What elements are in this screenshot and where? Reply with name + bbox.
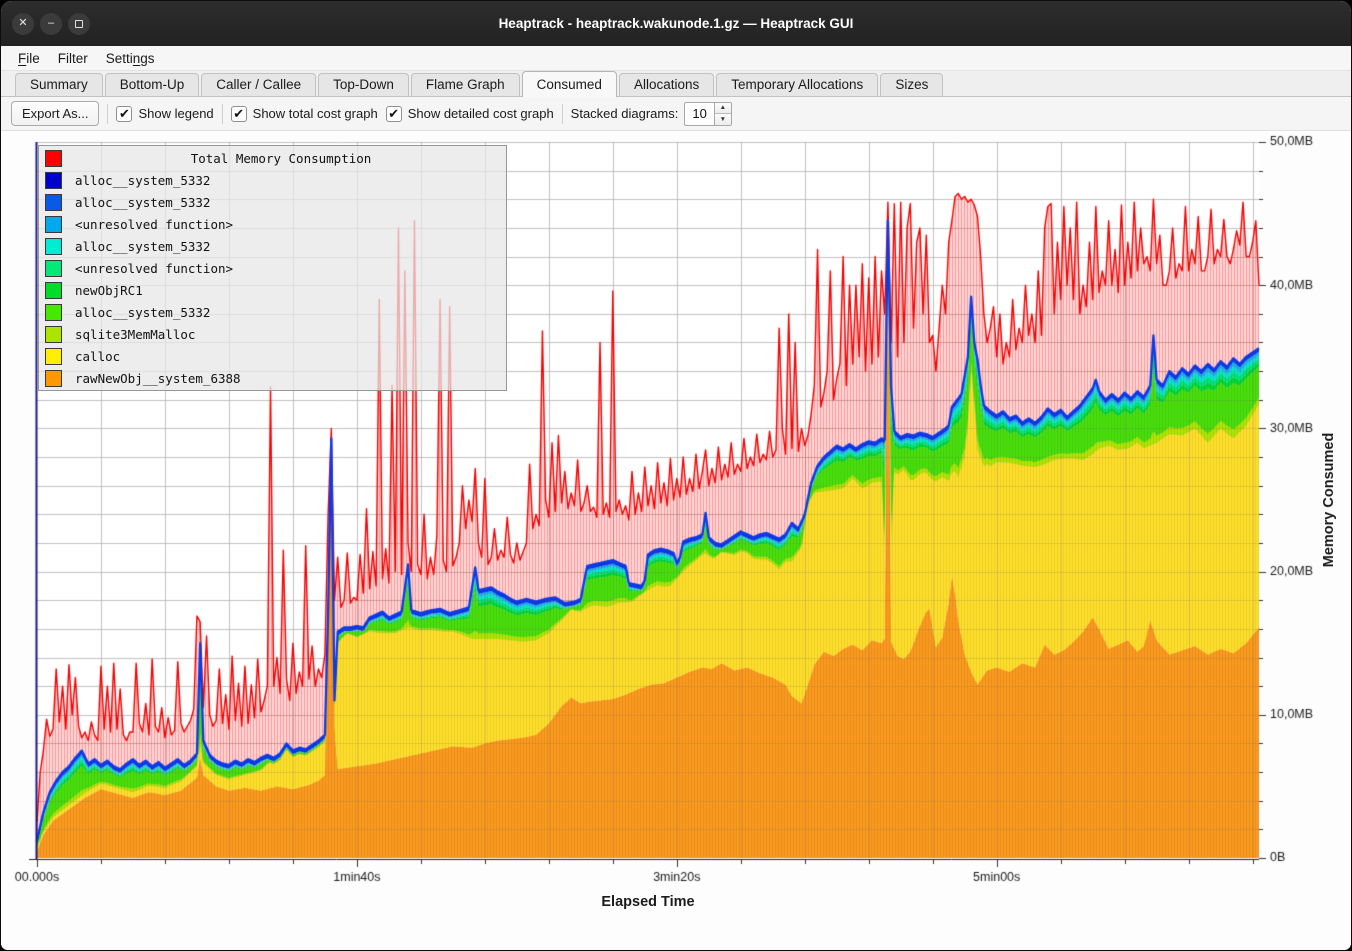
checkbox-label: Show legend xyxy=(138,106,213,121)
legend-color-swatch xyxy=(45,348,62,365)
legend-item: rawNewObj__system_6388 xyxy=(39,367,506,389)
export-as-button[interactable]: Export As... xyxy=(11,101,99,126)
checkmark-icon: ✔ xyxy=(386,106,402,122)
legend-label: <unresolved function> xyxy=(75,217,233,232)
menu-file[interactable]: File xyxy=(9,49,49,68)
legend-color-swatch xyxy=(45,238,62,255)
titlebar[interactable]: ✕ – Heaptrack - heaptrack.wakunode.1.gz … xyxy=(1,1,1351,46)
legend-color-swatch xyxy=(45,260,62,277)
menu-settings[interactable]: Settings xyxy=(97,49,164,68)
tab-consumed[interactable]: Consumed xyxy=(522,71,617,97)
checkbox-show-legend[interactable]: ✔ Show legend xyxy=(116,106,213,122)
spinbox-value[interactable]: 10 xyxy=(684,102,714,126)
checkbox-label: Show detailed cost graph xyxy=(408,106,554,121)
tab-flame-graph[interactable]: Flame Graph xyxy=(411,73,520,96)
consumed-chart-panel: Total Memory Consumption alloc__system_53… xyxy=(1,131,1351,950)
window-controls: ✕ – xyxy=(12,1,90,46)
legend-item: <unresolved function> xyxy=(39,213,506,235)
spinbox-up-arrow-icon[interactable]: ▲ xyxy=(715,103,731,114)
stacked-diagrams-control: Stacked diagrams: 10 ▲ ▼ xyxy=(571,102,732,126)
legend-item: calloc xyxy=(39,345,506,367)
legend-label: alloc__system_5332 xyxy=(75,173,210,188)
legend-label: newObjRC1 xyxy=(75,283,143,298)
toolbar-separator xyxy=(222,104,223,124)
maximize-button[interactable] xyxy=(68,13,90,35)
legend-item: <unresolved function> xyxy=(39,257,506,279)
checkmark-icon: ✔ xyxy=(231,106,247,122)
checkbox-show-total-cost-graph[interactable]: ✔ Show total cost graph xyxy=(231,106,378,122)
spinbox-down-arrow-icon[interactable]: ▼ xyxy=(715,113,731,125)
legend-label: <unresolved function> xyxy=(75,261,233,276)
minimize-button[interactable]: – xyxy=(40,13,62,35)
legend-title-row: Total Memory Consumption xyxy=(39,147,506,169)
legend-label: alloc__system_5332 xyxy=(75,239,210,254)
tab-sizes[interactable]: Sizes xyxy=(880,73,943,96)
stacked-diagrams-label: Stacked diagrams: xyxy=(571,106,679,121)
legend-color-swatch xyxy=(45,282,62,299)
close-button[interactable]: ✕ xyxy=(12,13,34,35)
legend-item: newObjRC1 xyxy=(39,279,506,301)
legend-label: calloc xyxy=(75,349,120,364)
tab-temporary-allocations[interactable]: Temporary Allocations xyxy=(716,73,878,96)
legend-item: sqlite3MemMalloc xyxy=(39,323,506,345)
legend-label: alloc__system_5332 xyxy=(75,305,210,320)
legend-label: rawNewObj__system_6388 xyxy=(75,371,241,386)
toolbar-separator xyxy=(107,104,108,124)
legend-color-swatch xyxy=(45,370,62,387)
tab-top-down[interactable]: Top-Down xyxy=(318,73,409,96)
stacked-diagrams-spinbox[interactable]: 10 ▲ ▼ xyxy=(684,102,731,126)
legend-color-swatch xyxy=(45,172,62,189)
y-axis-title: Memory Consumed xyxy=(1321,433,1337,568)
legend-item: alloc__system_5332 xyxy=(39,169,506,191)
x-axis-title: Elapsed Time xyxy=(37,894,1259,910)
legend-item: alloc__system_5332 xyxy=(39,235,506,257)
checkbox-label: Show total cost graph xyxy=(253,106,378,121)
legend-color-swatch xyxy=(45,194,62,211)
tab-caller-callee[interactable]: Caller / Callee xyxy=(201,73,316,96)
legend-color-swatch xyxy=(45,150,62,167)
legend-label: sqlite3MemMalloc xyxy=(75,327,195,342)
legend-item: alloc__system_5332 xyxy=(39,301,506,323)
menu-bar: FileFilterSettings xyxy=(1,46,1351,71)
tab-bar: SummaryBottom-UpCaller / CalleeTop-DownF… xyxy=(1,71,1351,97)
menu-filter[interactable]: Filter xyxy=(49,49,97,68)
legend-label: Total Memory Consumption xyxy=(62,151,500,166)
tab-allocations[interactable]: Allocations xyxy=(619,73,714,96)
legend-color-swatch xyxy=(45,216,62,233)
legend-color-swatch xyxy=(45,326,62,343)
checkmark-icon: ✔ xyxy=(116,106,132,122)
chart-legend: Total Memory Consumption alloc__system_53… xyxy=(38,145,507,391)
window-title: Heaptrack - heaptrack.wakunode.1.gz — He… xyxy=(1,16,1351,31)
heaptrack-window: ✕ – Heaptrack - heaptrack.wakunode.1.gz … xyxy=(0,0,1352,951)
toolbar-separator xyxy=(562,104,563,124)
maximize-icon xyxy=(75,20,83,28)
checkbox-show-detailed-cost-graph[interactable]: ✔ Show detailed cost graph xyxy=(386,106,554,122)
tab-bottom-up[interactable]: Bottom-Up xyxy=(105,73,200,96)
legend-label: alloc__system_5332 xyxy=(75,195,210,210)
tab-summary[interactable]: Summary xyxy=(15,73,103,96)
toolbar: Export As... ✔ Show legend ✔ Show total cos… xyxy=(1,97,1351,131)
legend-item: alloc__system_5332 xyxy=(39,191,506,213)
legend-color-swatch xyxy=(45,304,62,321)
